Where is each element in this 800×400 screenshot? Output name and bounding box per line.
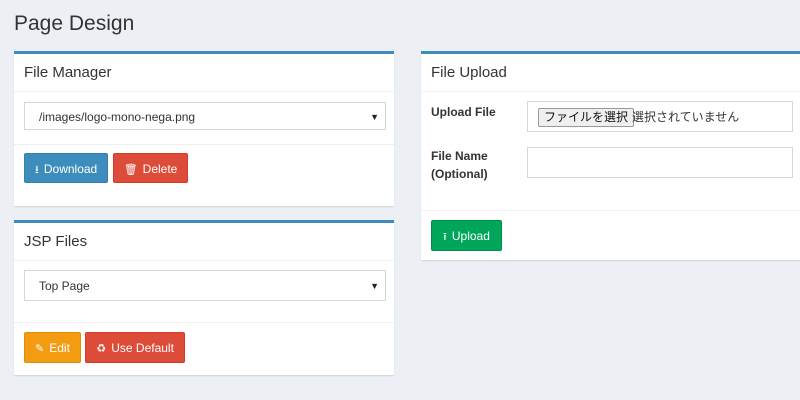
upload-icon: ⭱ <box>443 231 447 243</box>
file-manager-title: File Manager <box>14 54 394 92</box>
download-button[interactable]: ⭳ Download <box>24 153 109 183</box>
download-icon: ⭳ <box>35 164 39 176</box>
file-input[interactable]: ファイルを選択 選択されていません <box>527 101 793 132</box>
file-select[interactable]: /images/logo-mono-nega.png ▼ <box>24 102 386 130</box>
no-file-selected-text: 選択されていません <box>632 110 740 124</box>
trash-icon: 🗑︎ <box>123 164 138 176</box>
jsp-page-select[interactable]: Top Page ▼ <box>24 270 386 301</box>
edit-button[interactable]: ✎ Edit <box>24 332 81 363</box>
upload-button[interactable]: ⭱ Upload <box>431 220 502 251</box>
file-upload-title: File Upload <box>421 54 800 92</box>
delete-label: Delete <box>142 162 178 176</box>
page-title: Page Design <box>14 12 135 35</box>
jsp-page-select-value: Top Page <box>39 279 90 293</box>
use-default-label: Use Default <box>111 341 174 355</box>
file-upload-form: Upload File ファイルを選択 選択されていません File Name … <box>421 92 800 211</box>
upload-file-label: Upload File <box>431 105 496 119</box>
use-default-button[interactable]: ♻ Use Default <box>85 332 185 363</box>
edit-label: Edit <box>49 341 70 355</box>
caret-down-icon: ▼ <box>370 281 379 291</box>
file-manager-panel: File Manager /images/logo-mono-nega.png … <box>14 51 394 206</box>
caret-down-icon: ▼ <box>370 112 379 122</box>
file-select-value: /images/logo-mono-nega.png <box>39 110 196 124</box>
file-name-input[interactable] <box>527 147 793 178</box>
upload-label: Upload <box>451 229 490 243</box>
file-name-label: File Name (Optional) <box>431 147 488 183</box>
choose-file-button[interactable]: ファイルを選択 <box>538 108 635 127</box>
download-label: Download <box>43 162 98 176</box>
file-upload-panel: File Upload Upload File ファイルを選択 選択されていませ… <box>421 51 800 260</box>
delete-button[interactable]: 🗑︎ Delete <box>112 153 189 183</box>
file-name-label-line1: File Name <box>431 149 488 163</box>
file-name-label-line2: (Optional) <box>431 167 488 181</box>
jsp-files-title: JSP Files <box>14 223 394 261</box>
jsp-files-panel: JSP Files Top Page ▼ ✎ Edit ♻ Use Default <box>14 220 394 375</box>
pencil-icon: ✎ <box>35 343 45 355</box>
recycle-icon: ♻ <box>96 343 107 355</box>
